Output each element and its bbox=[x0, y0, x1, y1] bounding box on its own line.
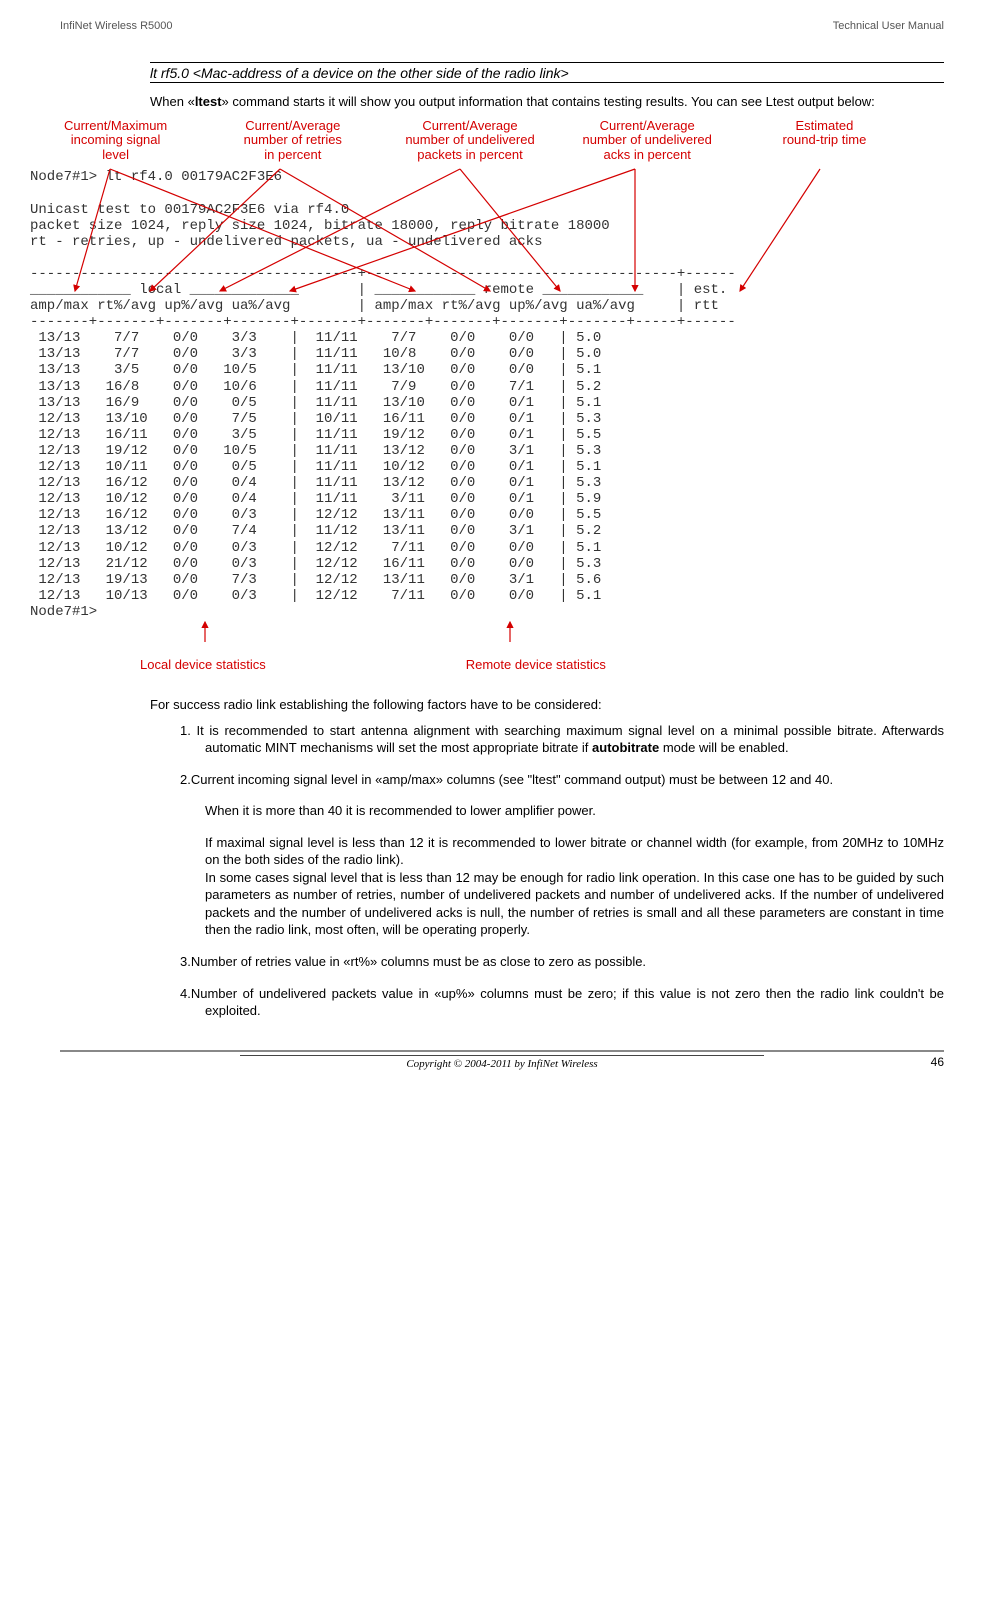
item-1: 1. It is recommended to start antenna al… bbox=[175, 722, 944, 757]
item-2-sub1: When it is more than 40 it is recommende… bbox=[205, 802, 944, 820]
item-2-sub2: If maximal signal level is less than 12 … bbox=[205, 834, 944, 869]
label-rtt: Estimated round-trip time bbox=[739, 119, 910, 164]
item-2: 2.Current incoming signal level in «amp/… bbox=[175, 771, 944, 789]
header-right: Technical User Manual bbox=[833, 20, 944, 32]
bottom-label-remote: Remote device statistics bbox=[466, 657, 606, 672]
intro-prefix: When « bbox=[150, 94, 195, 109]
section-intro: For success radio link establishing the … bbox=[150, 696, 944, 714]
footer-copyright: Copyright © 2004-2011 by InfiNet Wireles… bbox=[240, 1055, 764, 1070]
item-3: 3.Number of retries value in «rt%» colum… bbox=[175, 953, 944, 971]
item-4: 4.Number of undelivered packets value in… bbox=[175, 985, 944, 1020]
header-left: InfiNet Wireless R5000 bbox=[60, 20, 173, 32]
footer-page: 46 bbox=[931, 1055, 944, 1069]
bottom-label-local: Local device statistics bbox=[140, 657, 266, 672]
intro-suffix: » command starts it will show you output… bbox=[222, 94, 875, 109]
label-retries: Current/Average number of retries in per… bbox=[207, 119, 378, 164]
command-line: lt rf5.0 <Mac-address of a device on the… bbox=[150, 65, 944, 83]
item-2-sub3: In some cases signal level that is less … bbox=[205, 869, 944, 939]
label-packets: Current/Average number of undelivered pa… bbox=[384, 119, 555, 164]
label-signal: Current/Maximum incoming signal level bbox=[30, 119, 201, 164]
label-acks: Current/Average number of undelivered ac… bbox=[562, 119, 733, 164]
bottom-arrows bbox=[30, 620, 910, 646]
intro-bold: ltest bbox=[195, 94, 222, 109]
terminal-output: Node7#1> lt rf4.0 00179AC2F3E6 Unicast t… bbox=[30, 169, 910, 620]
